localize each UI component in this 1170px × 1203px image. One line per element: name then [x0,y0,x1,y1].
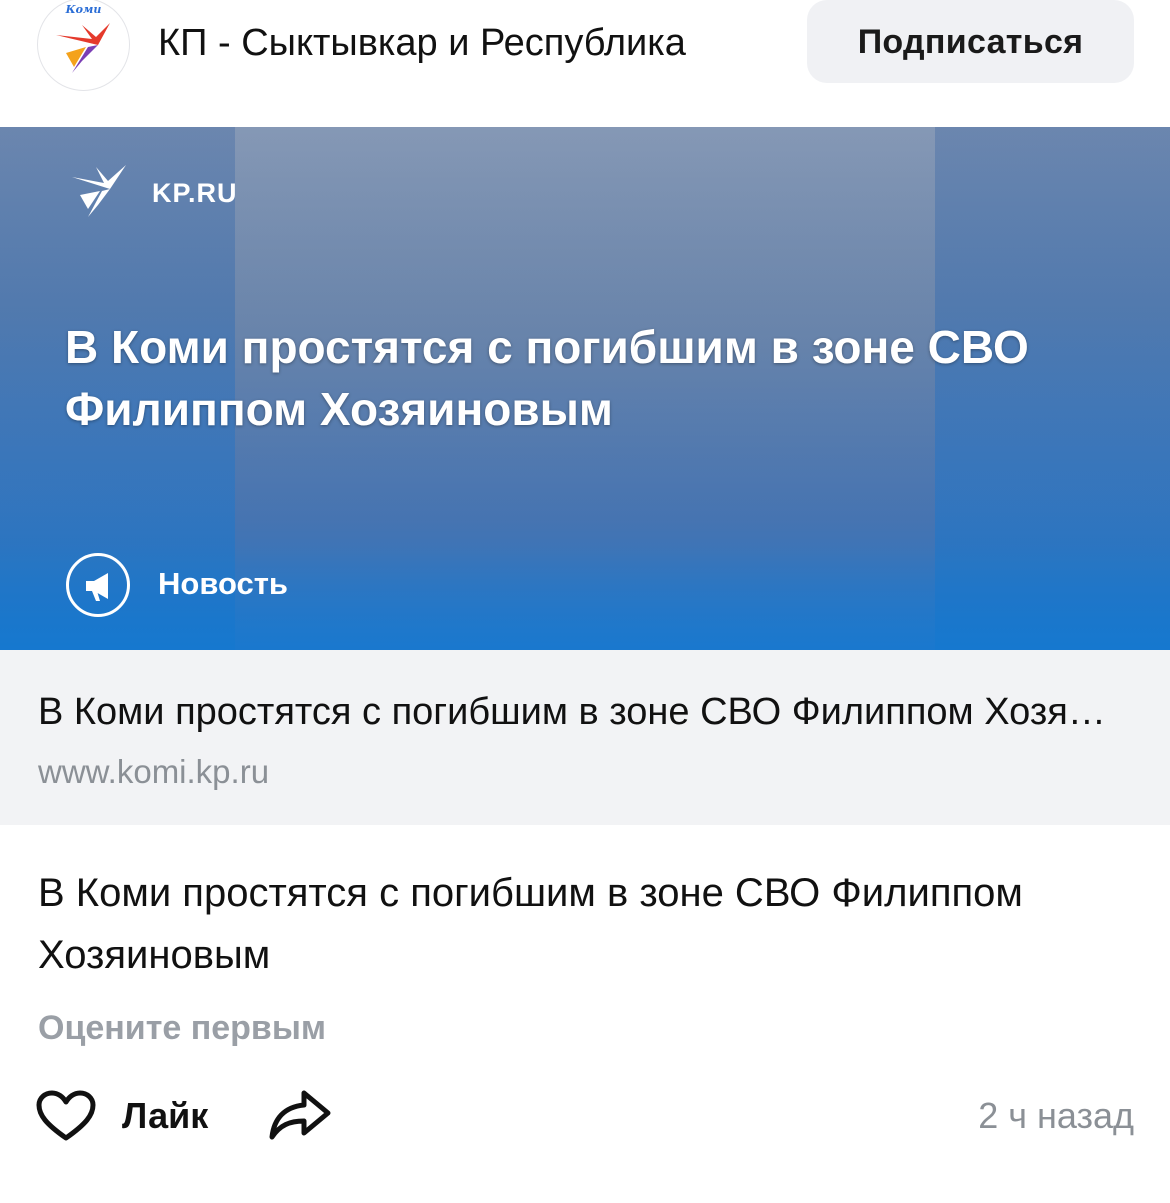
news-badge [66,553,130,617]
image-headline: В Коми простятся с погибшим в зоне СВО Ф… [65,321,1029,435]
channel-avatar[interactable]: Коми [37,0,130,91]
avatar-caption: Коми [65,3,102,16]
link-title[interactable]: В Коми простятся с погибшим в зоне СВО Ф… [38,686,1118,738]
post-header: Коми КП - Сыктывкар и Республика Подписа… [0,0,1170,91]
brand-label: KP.RU [152,178,238,208]
heart-icon [36,1090,96,1141]
bird-logo-icon [72,165,126,217]
rate-prompt[interactable]: Оцените первым [38,1005,326,1051]
post-timestamp: 2 ч назад [978,1095,1134,1136]
like-label: Лайк [122,1095,209,1136]
post-text: В Коми простятся с погибшим в зоне СВО Ф… [38,871,1023,977]
share-button[interactable] [268,1087,332,1143]
megaphone-icon [86,573,108,601]
subscribe-button[interactable]: Подписаться [807,0,1134,83]
share-arrow-icon [269,1090,331,1140]
category-label: Новость [158,566,288,601]
link-url[interactable]: www.komi.kp.ru [38,750,269,794]
channel-title[interactable]: КП - Сыктывкар и Республика [158,18,780,68]
channel-title-text: КП - Сыктывкар и Республика [158,22,686,64]
title-fade [720,18,780,68]
like-button[interactable]: Лайк [36,1086,208,1146]
bird-logo-icon [56,23,110,73]
